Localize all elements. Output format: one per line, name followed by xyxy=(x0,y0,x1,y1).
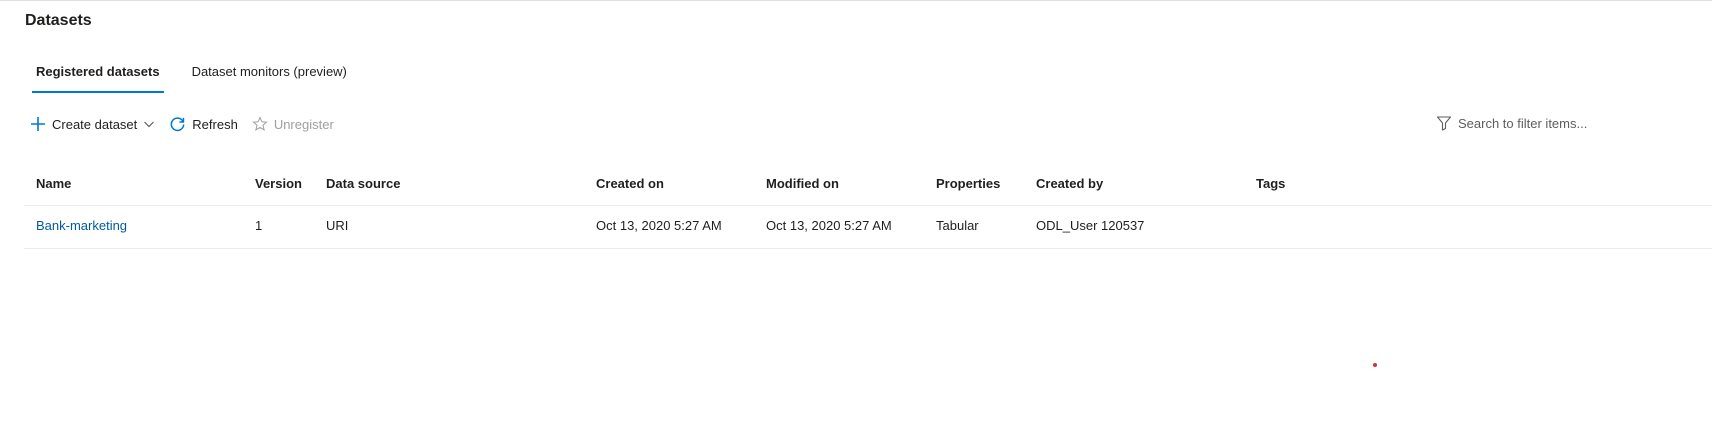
refresh-button[interactable]: Refresh xyxy=(169,116,238,133)
column-header-version[interactable]: Version xyxy=(255,163,302,205)
column-header-created-by[interactable]: Created by xyxy=(1036,163,1103,205)
refresh-label: Refresh xyxy=(192,116,238,132)
create-dataset-label: Create dataset xyxy=(52,116,138,132)
dataset-properties: Tabular xyxy=(936,218,979,233)
filter-search-box xyxy=(1436,111,1676,135)
datasets-table: Name Version Data source Created on Modi… xyxy=(24,163,1712,249)
column-header-created-on[interactable]: Created on xyxy=(596,163,664,205)
search-input[interactable] xyxy=(1458,115,1658,131)
datasets-page: Datasets Registered datasets Dataset mon… xyxy=(0,0,1712,425)
command-bar: Create dataset Refresh Unregister xyxy=(30,111,348,137)
column-header-tags[interactable]: Tags xyxy=(1256,163,1285,205)
page-title: Datasets xyxy=(25,12,92,29)
refresh-icon xyxy=(170,116,185,131)
dataset-modified-on: Oct 13, 2020 5:27 AM xyxy=(766,218,892,233)
unregister-label: Unregister xyxy=(273,116,334,132)
star-icon xyxy=(252,116,268,131)
filter-icon xyxy=(1436,116,1452,131)
tab-bar: Registered datasets Dataset monitors (pr… xyxy=(32,63,375,95)
dataset-name-link[interactable]: Bank-marketing xyxy=(36,206,127,246)
tab-dataset-monitors[interactable]: Dataset monitors (preview) xyxy=(188,63,351,93)
column-header-properties[interactable]: Properties xyxy=(936,163,1000,205)
dataset-created-by: ODL_User 120537 xyxy=(1036,218,1145,233)
chevron-down-icon[interactable] xyxy=(143,118,155,130)
dataset-version: 1 xyxy=(255,218,263,233)
column-header-modified-on[interactable]: Modified on xyxy=(766,163,839,205)
dataset-created-on: Oct 13, 2020 5:27 AM xyxy=(596,218,722,233)
column-header-name[interactable]: Name xyxy=(36,163,71,205)
unregister-button[interactable]: Unregister xyxy=(252,116,334,132)
plus-icon xyxy=(31,117,45,131)
create-dataset-button[interactable]: Create dataset xyxy=(30,116,155,132)
tab-registered-datasets[interactable]: Registered datasets xyxy=(32,63,164,93)
cursor-dot xyxy=(1373,363,1377,367)
table-header-row: Name Version Data source Created on Modi… xyxy=(24,163,1712,206)
dataset-data-source: URI xyxy=(326,218,349,233)
table-row[interactable]: Bank-marketing 1 URI Oct 13, 2020 5:27 A… xyxy=(24,206,1712,249)
column-header-data-source[interactable]: Data source xyxy=(326,163,400,205)
